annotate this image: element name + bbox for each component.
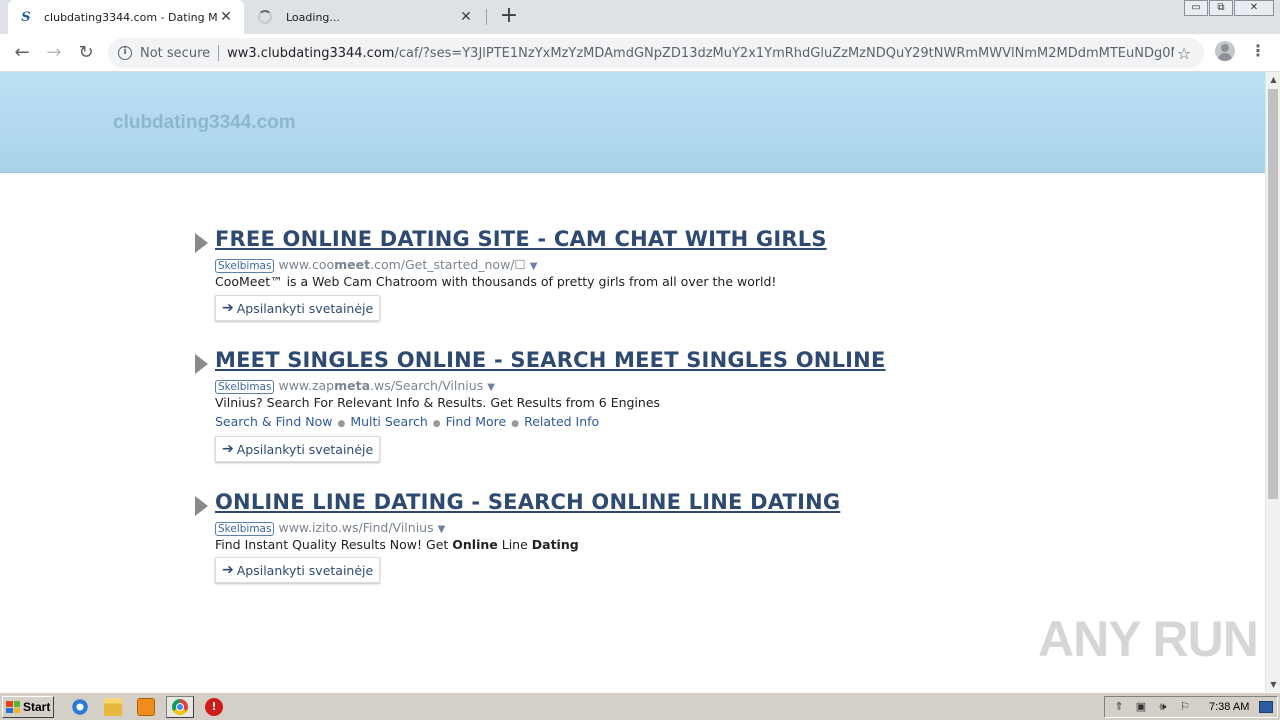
sitelink[interactable]: Search & Find Now (215, 414, 332, 429)
show-desktop-icon[interactable] (1259, 701, 1274, 713)
page-viewport: clubdating3344.com FREE ONLINE DATING SI… (0, 72, 1265, 692)
tab-title: Loading... (286, 10, 340, 24)
separator-dot: ● (511, 419, 520, 429)
separator-dot: ● (337, 419, 346, 429)
visit-label: Apsilankyti svetainėje (236, 441, 374, 457)
windows-taskbar: Start ! ⇑ ▣ 🕪 ⚐ 7:38 AM (0, 692, 1280, 720)
address-bar[interactable]: i Not secure ww3.clubdating3344.com/caf/… (108, 38, 1204, 68)
arrow-right-icon: ➔ (222, 441, 234, 457)
visit-label: Apsilankyti svetainėje (236, 300, 374, 316)
reload-icon[interactable]: ↻ (74, 41, 98, 65)
internet-explorer-icon[interactable] (71, 698, 89, 716)
visit-site-button[interactable]: ➔ Apsilankyti svetainėje (215, 436, 381, 462)
ad-description: Vilnius? Search For Relevant Info & Resu… (215, 395, 661, 410)
ad-display-url[interactable]: Skelbimas www.izito.ws/Find/Vilnius ▼ (215, 520, 445, 536)
chrome-icon (172, 699, 188, 715)
tab-title: clubdating3344.com - Dating Meet O (44, 10, 218, 24)
tab-clubdating[interactable]: S clubdating3344.com - Dating Meet O ✕ (8, 0, 244, 34)
visit-site-button[interactable]: ➔ Apsilankyti svetainėje (215, 295, 381, 321)
ad-description: Find Instant Quality Results Now! Get On… (215, 537, 579, 552)
ad-arrow-icon (195, 354, 208, 374)
start-label: Start (23, 700, 51, 714)
folder-icon[interactable] (104, 698, 122, 716)
desc-part: Line (497, 537, 532, 552)
url-path: /caf/?ses=Y3JlPTE1NzYxMzYzMDAmdGNpZD13dz… (394, 45, 1174, 61)
tab-separator (486, 9, 487, 25)
profile-avatar-icon[interactable] (1215, 41, 1235, 61)
tab-strip: S clubdating3344.com - Dating Meet O ✕ L… (0, 0, 1280, 34)
browser-toolbar: ← → ↻ i Not secure ww3.clubdating3344.co… (0, 34, 1280, 72)
start-button[interactable]: Start (2, 696, 54, 718)
anyrun-watermark: ANY RUN (1038, 611, 1259, 667)
new-tab-button[interactable]: + (498, 4, 520, 30)
url-part: www.izito.ws/Find/Vilnius (278, 520, 434, 535)
ad-description: CooMeet™ is a Web Cam Chatroom with thou… (215, 274, 777, 289)
chrome-menu-icon[interactable]: ⋮ (1250, 41, 1266, 63)
ad-display-url[interactable]: Skelbimas www.zapmeta.ws/Search/Vilnius ▼ (215, 378, 495, 394)
windows-logo-icon (6, 701, 20, 713)
tab-close-icon[interactable]: ✕ (458, 9, 474, 25)
dropdown-caret-icon[interactable]: ▼ (438, 524, 446, 535)
bookmark-star-icon[interactable]: ☆ (1174, 44, 1194, 63)
scroll-thumb[interactable] (1268, 89, 1278, 499)
ad-headline-link[interactable]: FREE ONLINE DATING SITE - CAM CHAT WITH … (215, 227, 827, 251)
desc-part-bold: Online (452, 537, 498, 552)
visit-label: Apsilankyti svetainėje (236, 562, 374, 578)
forward-arrow-icon[interactable]: → (42, 41, 66, 65)
url-part-bold: meta (334, 378, 371, 393)
url-part: www.coo (278, 257, 335, 272)
url-host: ww3.clubdating3344.com (227, 45, 395, 61)
network-icon[interactable]: ▣ (1133, 700, 1149, 714)
scroll-down-arrow-icon[interactable]: ▼ (1266, 677, 1280, 692)
ad-display-url[interactable]: Skelbimas www.coomeet.com/Get_started_now… (215, 257, 537, 273)
stop-icon[interactable]: ! (205, 698, 223, 716)
window-close-button[interactable]: ✕ (1234, 0, 1274, 16)
ad-arrow-icon (195, 496, 208, 516)
sitelink[interactable]: Find More (446, 414, 507, 429)
tab-close-icon[interactable]: ✕ (218, 9, 234, 25)
arrow-right-icon: ➔ (222, 562, 234, 578)
omnibox-divider (218, 45, 220, 61)
ad-headline-link[interactable]: ONLINE LINE DATING - SEARCH ONLINE LINE … (215, 490, 840, 514)
ad-headline-link[interactable]: MEET SINGLES ONLINE - SEARCH MEET SINGLE… (215, 348, 886, 372)
clock[interactable]: 7:38 AM (1209, 701, 1249, 713)
tab-loading[interactable]: Loading... ✕ (248, 0, 484, 34)
arrow-right-icon: ➔ (222, 300, 234, 316)
system-tray: ⇑ ▣ 🕪 ⚐ 7:38 AM (1104, 696, 1278, 718)
scroll-up-arrow-icon[interactable]: ▲ (1266, 72, 1280, 87)
tray-expand-icon[interactable]: ⇑ (1111, 700, 1127, 714)
sitelink[interactable]: Related Info (524, 414, 599, 429)
ad-arrow-icon (195, 233, 208, 253)
url-text[interactable]: ww3.clubdating3344.com/caf/?ses=Y3JlPTE1… (227, 46, 1174, 61)
sitelink[interactable]: Multi Search (350, 414, 427, 429)
volume-icon[interactable]: 🕪 (1155, 700, 1171, 714)
desc-part-bold: Dating (531, 537, 579, 552)
desc-part: Find Instant Quality Results Now! Get (215, 537, 453, 552)
dropdown-caret-icon[interactable]: ▼ (487, 382, 495, 393)
site-favicon-icon: S (21, 9, 31, 25)
back-arrow-icon[interactable]: ← (10, 41, 34, 65)
visit-site-button[interactable]: ➔ Apsilankyti svetainėje (215, 557, 381, 583)
page-scrollbar[interactable]: ▲ ▼ (1265, 72, 1280, 692)
url-part-bold: meet (334, 257, 371, 272)
ad-sitelinks: Search & Find Now ● Multi Search ● Find More… (215, 414, 599, 429)
url-part: .ws/Search/Vilnius (370, 378, 484, 393)
media-player-icon[interactable] (137, 698, 155, 716)
url-part: www.zap (278, 378, 335, 393)
ad-badge: Skelbimas (215, 522, 275, 536)
site-header: clubdating3344.com (0, 72, 1265, 173)
separator-dot: ● (432, 419, 441, 429)
site-name[interactable]: clubdating3344.com (113, 112, 296, 134)
loading-spinner-icon (258, 10, 272, 24)
minimize-button[interactable]: ▭ (1184, 0, 1208, 16)
info-icon[interactable]: i (118, 46, 132, 60)
security-label: Not secure (140, 45, 211, 61)
dropdown-caret-icon[interactable]: ▼ (530, 261, 538, 272)
url-part: .com/Get_started_now/☐ (370, 257, 526, 272)
chrome-taskbar-button[interactable] (166, 696, 194, 718)
restore-button[interactable]: ⧉ (1209, 0, 1233, 16)
ad-badge: Skelbimas (215, 259, 275, 273)
flag-icon[interactable]: ⚐ (1177, 700, 1193, 714)
ad-badge: Skelbimas (215, 380, 275, 394)
